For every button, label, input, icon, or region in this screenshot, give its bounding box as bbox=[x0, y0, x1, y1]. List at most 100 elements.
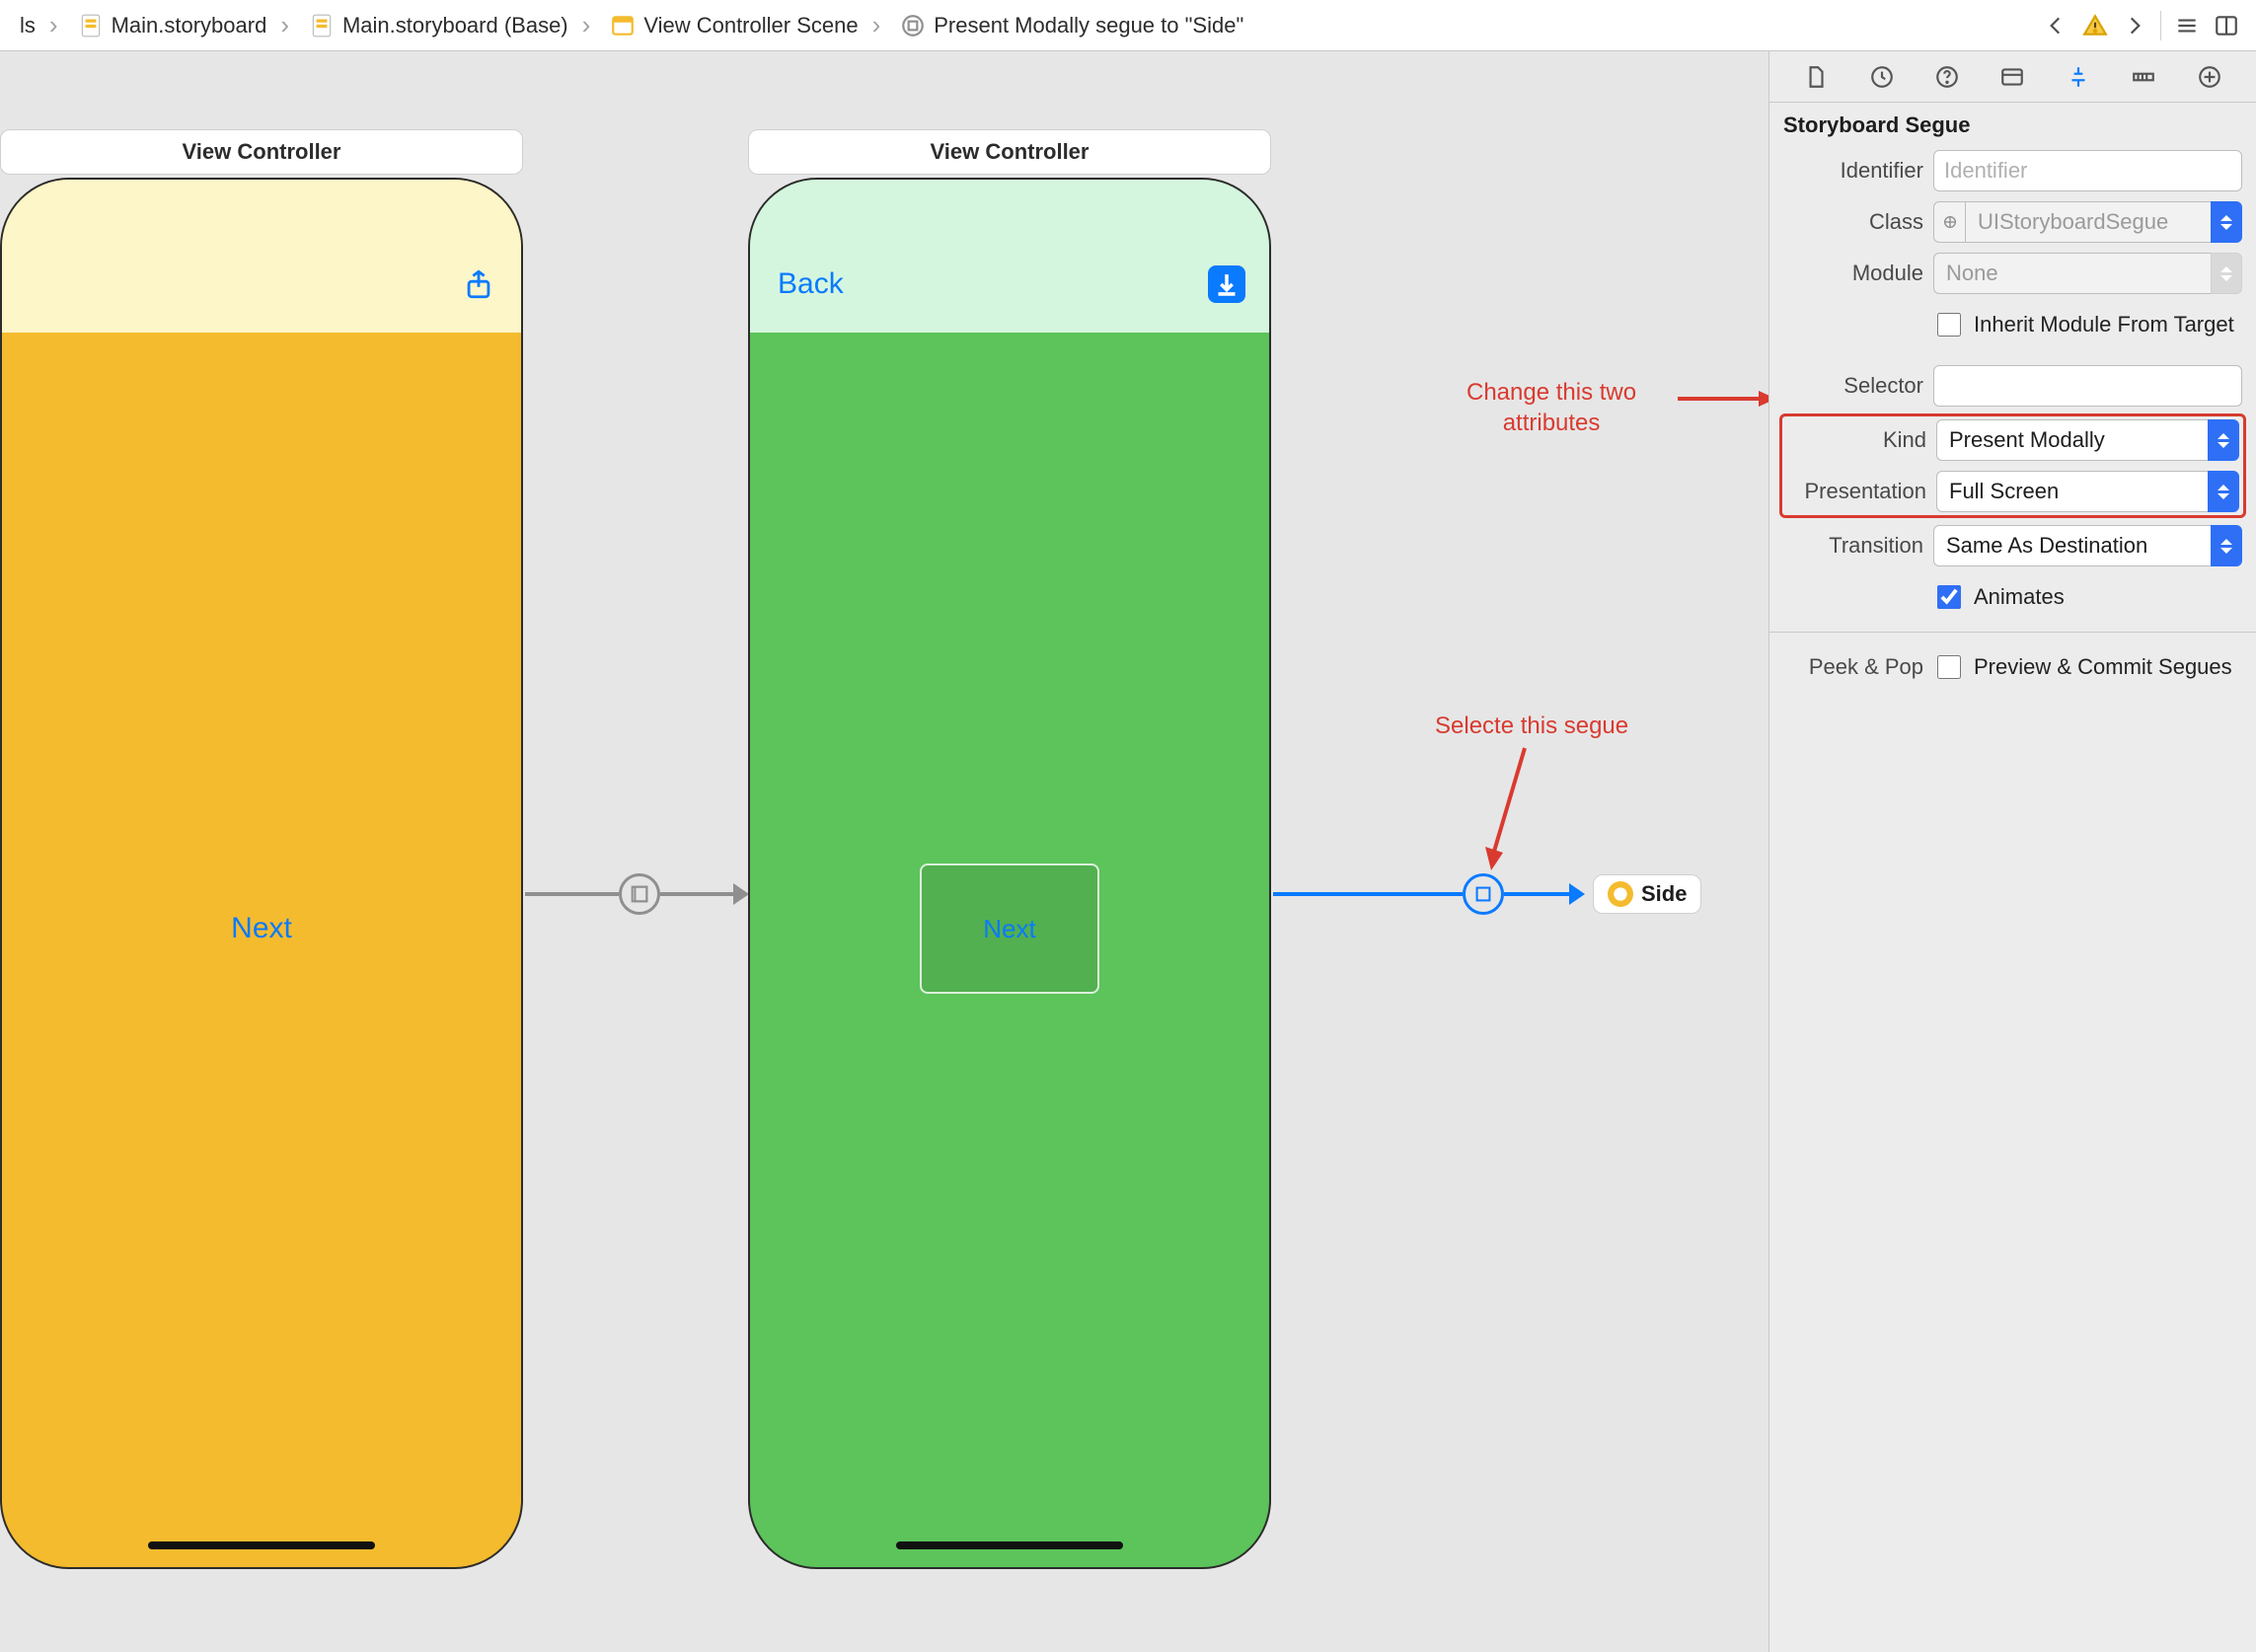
module-value: None bbox=[1933, 253, 2211, 294]
scene-title-bar[interactable]: View Controller bbox=[748, 129, 1271, 175]
inspector-header: Storyboard Segue bbox=[1783, 103, 2242, 150]
presentation-value: Full Screen bbox=[1936, 471, 2208, 512]
chevron-right-icon: › bbox=[280, 10, 289, 40]
class-popup[interactable]: UIStoryboardSegue bbox=[1933, 201, 2242, 243]
adjust-editor-button[interactable] bbox=[2207, 6, 2246, 45]
storyboard-file-icon bbox=[309, 13, 335, 38]
transition-label: Transition bbox=[1783, 533, 1923, 559]
device-frame: Back Next bbox=[748, 178, 1271, 1569]
popup-handle-icon[interactable] bbox=[2211, 253, 2242, 294]
arrowhead-icon bbox=[1569, 883, 1585, 905]
scene-vc-1[interactable]: View Controller Next bbox=[0, 178, 523, 1569]
section-divider bbox=[1769, 632, 2256, 633]
segue-line-selected[interactable] bbox=[1504, 892, 1569, 896]
popup-handle-icon[interactable] bbox=[2211, 525, 2242, 566]
next-button[interactable]: Next bbox=[221, 910, 302, 947]
home-indicator bbox=[896, 1541, 1123, 1549]
container-view[interactable]: Next bbox=[920, 864, 1099, 994]
transition-popup[interactable]: Same As Destination bbox=[1933, 525, 2242, 566]
animates-label: Animates bbox=[1974, 584, 2065, 610]
selector-label: Selector bbox=[1783, 373, 1923, 399]
next-button[interactable]: Next bbox=[983, 914, 1035, 944]
crumb-back-nav[interactable]: ls › bbox=[10, 0, 68, 50]
kind-label: Kind bbox=[1786, 427, 1926, 453]
segue-line-selected[interactable] bbox=[1273, 892, 1463, 896]
crumb-nav-label: ls bbox=[20, 13, 36, 38]
scene-icon bbox=[610, 13, 636, 38]
crumb-segue[interactable]: Present Modally segue to "Side" bbox=[890, 0, 1253, 50]
file-inspector-tab[interactable] bbox=[1796, 57, 1836, 97]
annotation-arrow-2 bbox=[1485, 748, 1564, 876]
size-inspector-tab[interactable] bbox=[2124, 57, 2163, 97]
issues-warning-icon[interactable] bbox=[2075, 6, 2115, 45]
download-icon[interactable] bbox=[1208, 265, 1245, 303]
popup-handle-icon[interactable] bbox=[2208, 471, 2239, 512]
class-value: UIStoryboardSegue bbox=[1965, 201, 2211, 243]
back-button[interactable]: Back bbox=[774, 267, 833, 301]
nav-fwd-button[interactable] bbox=[2115, 6, 2154, 45]
segue-node-show[interactable] bbox=[619, 873, 660, 915]
crumb-scene[interactable]: View Controller Scene › bbox=[600, 0, 890, 50]
jump-bar: ls › Main.storyboard › Main.storyboard (… bbox=[0, 0, 2256, 51]
kind-value: Present Modally bbox=[1936, 419, 2208, 461]
chevron-right-icon: › bbox=[49, 10, 58, 40]
inherit-module-input[interactable] bbox=[1937, 313, 1961, 337]
scene-title-bar[interactable]: View Controller bbox=[0, 129, 523, 175]
nav-bar: Back bbox=[750, 180, 1269, 333]
crumb-file-1[interactable]: Main.storyboard › bbox=[68, 0, 299, 50]
inspector-panel: Storyboard Segue Identifier Class UIStor… bbox=[1768, 51, 2256, 1652]
animates-checkbox[interactable]: Animates bbox=[1933, 582, 2065, 612]
editor-options-button[interactable] bbox=[2167, 6, 2207, 45]
segue-line[interactable] bbox=[525, 892, 619, 896]
identity-inspector-tab[interactable] bbox=[1993, 57, 2032, 97]
segue-node-modal-selected[interactable] bbox=[1463, 873, 1504, 915]
identifier-input[interactable] bbox=[1933, 150, 2242, 191]
nav-bar bbox=[2, 180, 521, 333]
peekpop-option-label: Preview & Commit Segues bbox=[1974, 654, 2232, 680]
transition-value: Same As Destination bbox=[1933, 525, 2211, 566]
scene-vc-2[interactable]: View Controller Back Next bbox=[748, 178, 1271, 1569]
help-inspector-tab[interactable] bbox=[1927, 57, 1967, 97]
presentation-popup[interactable]: Full Screen bbox=[1936, 471, 2239, 512]
arrowhead-icon bbox=[733, 883, 749, 905]
popup-handle-icon[interactable] bbox=[2211, 201, 2242, 243]
crumb-label: Present Modally segue to "Side" bbox=[934, 13, 1243, 38]
crumb-file-2[interactable]: Main.storyboard (Base) › bbox=[299, 0, 600, 50]
annotation-text-1: Change this two attributes bbox=[1466, 377, 1636, 438]
identifier-label: Identifier bbox=[1783, 158, 1923, 184]
connections-inspector-tab[interactable] bbox=[2190, 57, 2229, 97]
view-controller-icon bbox=[1608, 881, 1633, 907]
segue-icon bbox=[900, 13, 926, 38]
share-icon[interactable] bbox=[460, 265, 497, 303]
inherit-module-checkbox[interactable]: Inherit Module From Target bbox=[1933, 310, 2234, 339]
presentation-label: Presentation bbox=[1786, 479, 1926, 504]
toolbar-divider bbox=[2160, 11, 2161, 40]
animates-input[interactable] bbox=[1937, 585, 1961, 609]
module-label: Module bbox=[1783, 261, 1923, 286]
scene-side-reference[interactable]: Side bbox=[1593, 874, 1701, 914]
storyboard-canvas[interactable]: View Controller Next bbox=[0, 51, 1768, 1652]
crumb-label: Main.storyboard (Base) bbox=[342, 13, 568, 38]
back-label: Back bbox=[778, 267, 844, 301]
chevron-right-icon: › bbox=[872, 10, 881, 40]
module-popup[interactable]: None bbox=[1933, 253, 2242, 294]
crumb-label: View Controller Scene bbox=[643, 13, 858, 38]
kind-popup[interactable]: Present Modally bbox=[1936, 419, 2239, 461]
side-label: Side bbox=[1641, 881, 1687, 907]
peekpop-input[interactable] bbox=[1937, 655, 1961, 679]
popup-handle-icon[interactable] bbox=[2208, 419, 2239, 461]
attributes-inspector-tab[interactable] bbox=[2059, 57, 2098, 97]
class-label: Class bbox=[1783, 209, 1923, 235]
inherit-module-label: Inherit Module From Target bbox=[1974, 312, 2234, 338]
peekpop-label: Peek & Pop bbox=[1783, 654, 1923, 680]
storyboard-file-icon bbox=[78, 13, 104, 38]
nav-back-button[interactable] bbox=[2036, 6, 2075, 45]
segue-line[interactable] bbox=[660, 892, 733, 896]
selector-input[interactable] bbox=[1933, 365, 2242, 407]
peekpop-checkbox[interactable]: Preview & Commit Segues bbox=[1933, 652, 2232, 682]
class-clear-icon[interactable] bbox=[1933, 201, 1965, 243]
history-inspector-tab[interactable] bbox=[1862, 57, 1902, 97]
annotation-text-2: Selecte this segue bbox=[1435, 711, 1628, 741]
annotation-arrow-1 bbox=[1678, 389, 1768, 409]
inspector-tabs bbox=[1769, 51, 2256, 103]
